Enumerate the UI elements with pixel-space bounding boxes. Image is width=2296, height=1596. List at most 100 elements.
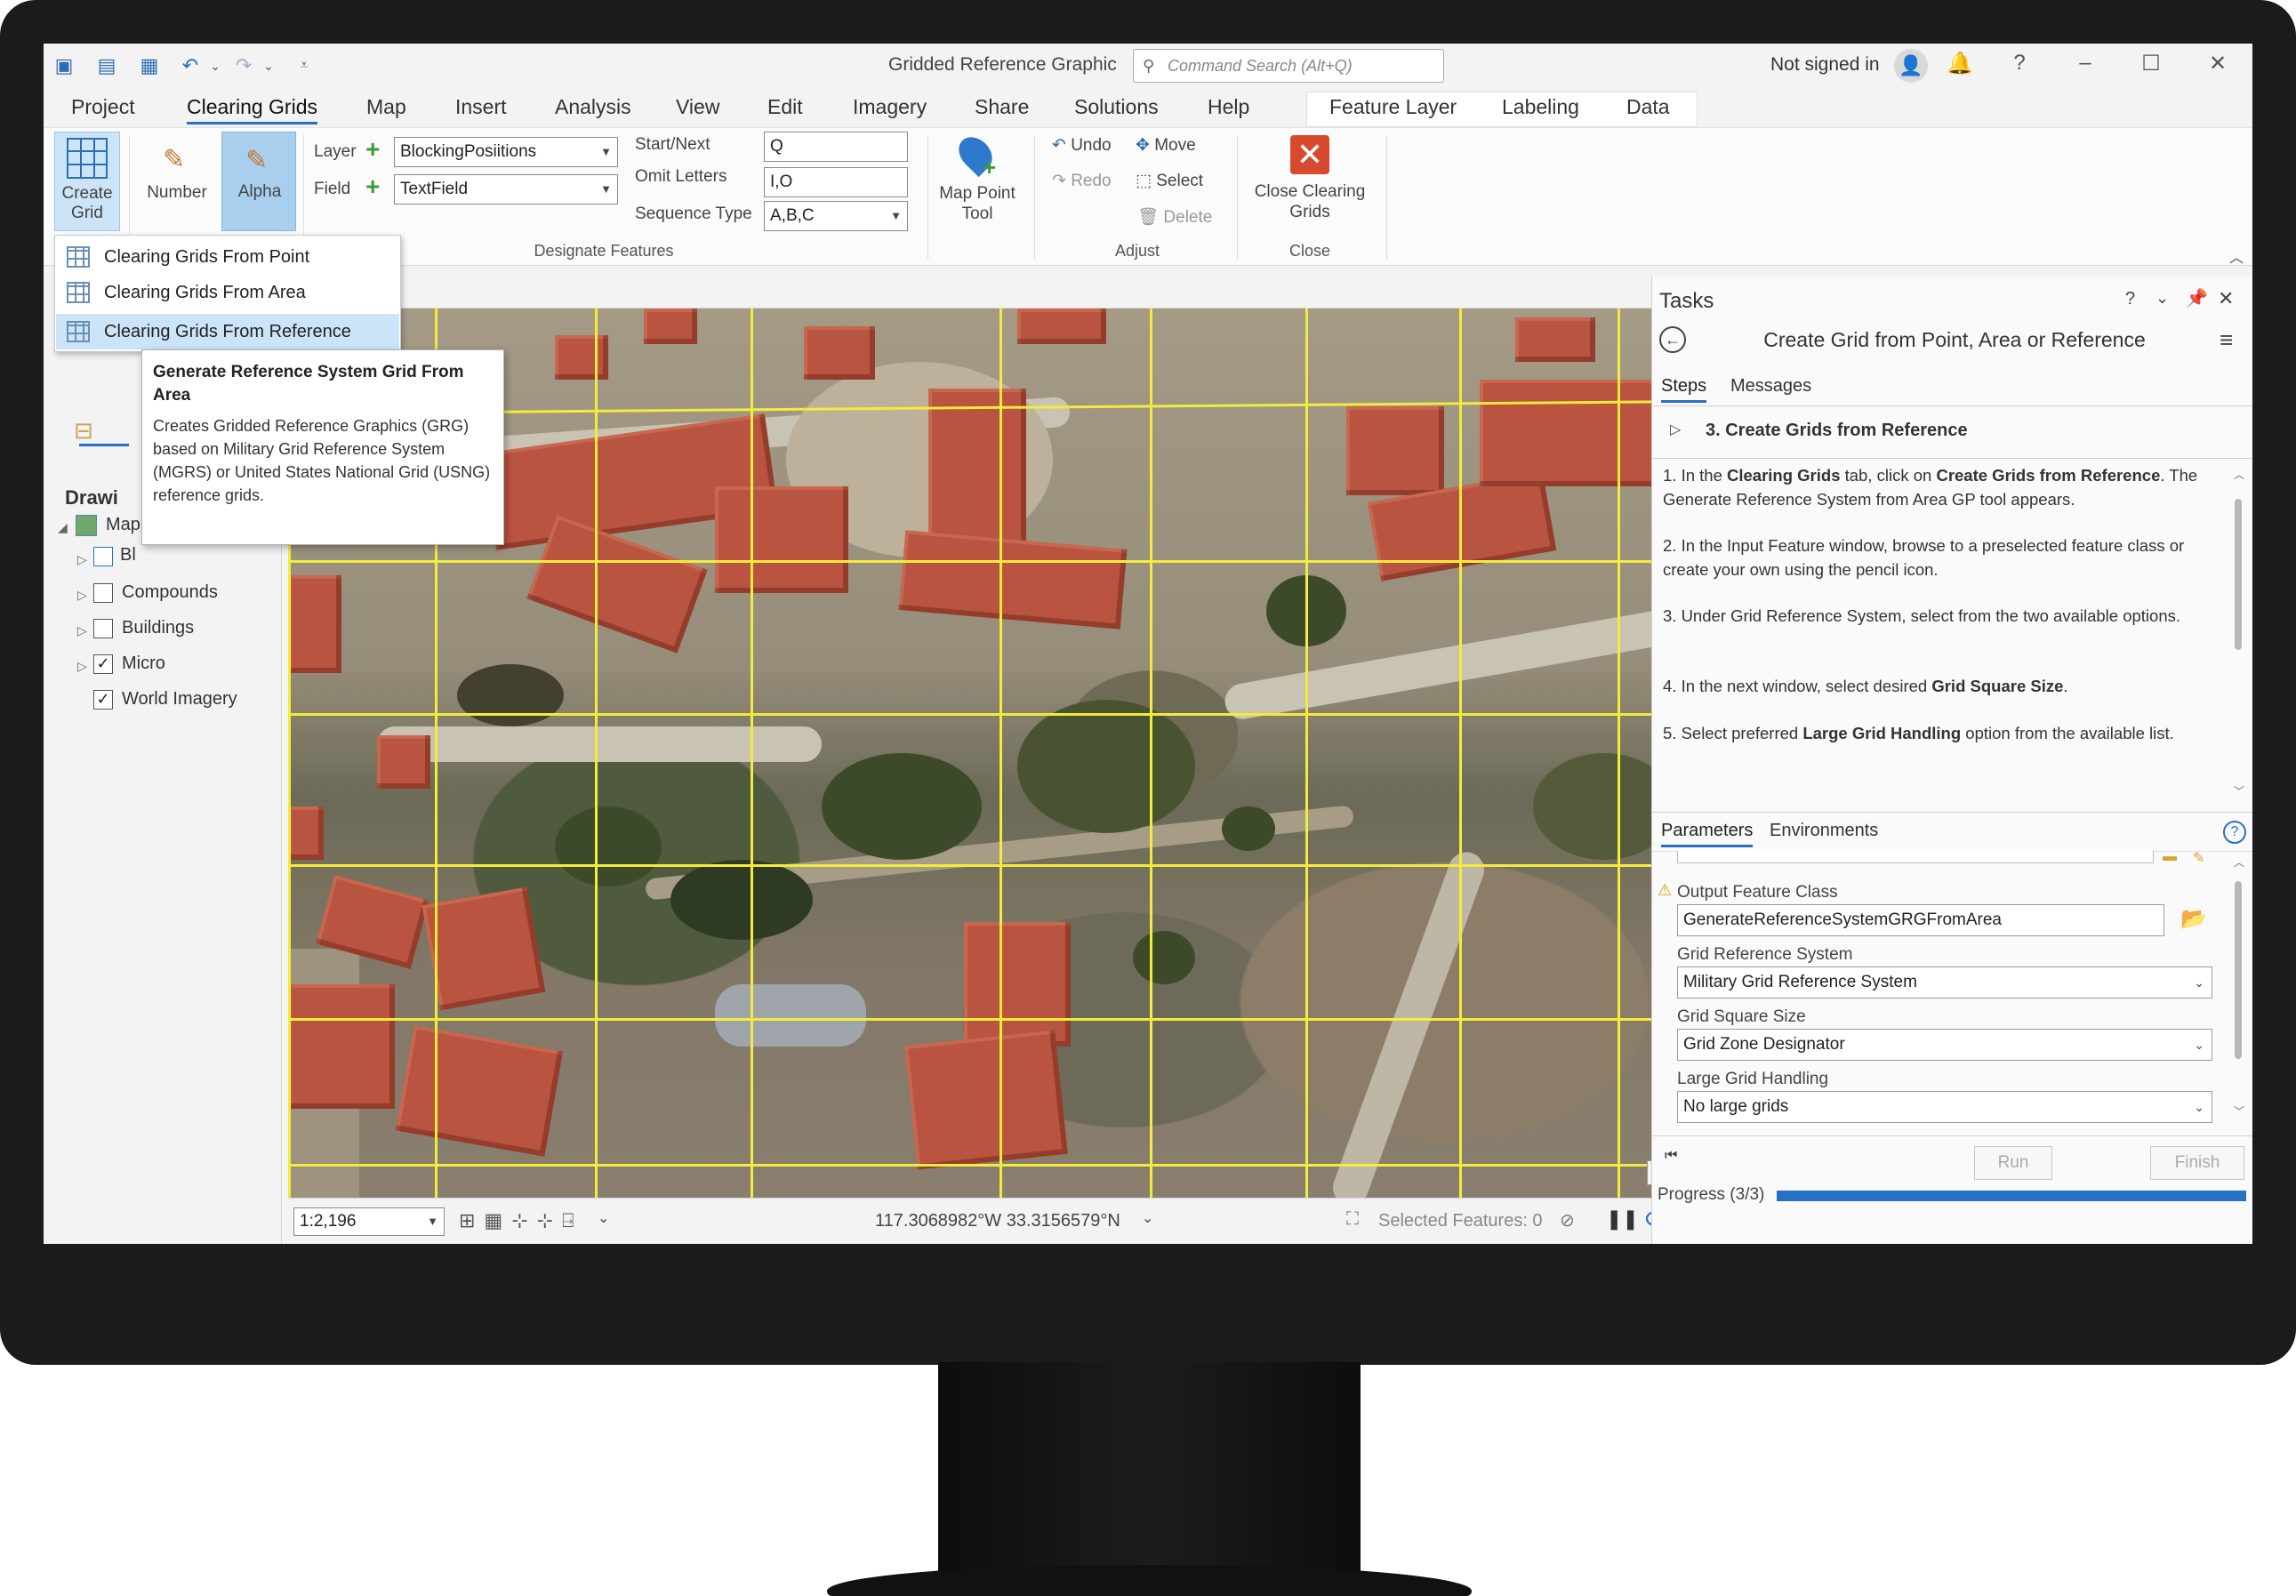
menu-item-clearing-grids-from-reference[interactable]: Clearing Grids From Reference bbox=[56, 314, 399, 349]
scroll-up-icon[interactable]: ︿ bbox=[2234, 854, 2244, 870]
chevron-down-icon[interactable]: ⌄ bbox=[1142, 1209, 1153, 1227]
layer-combo[interactable]: BlockingPosiitions ▼ bbox=[394, 137, 618, 167]
help-icon[interactable]: ? bbox=[2125, 289, 2135, 309]
add-layer-icon[interactable]: + bbox=[365, 137, 380, 162]
tab-environments[interactable]: Environments bbox=[1770, 821, 1878, 841]
open-project-icon[interactable]: ▤ bbox=[93, 52, 120, 79]
pane-options-chevron-icon[interactable]: ⌄ bbox=[2156, 289, 2169, 308]
selected-features-count[interactable]: Selected Features: 0 bbox=[1378, 1211, 1543, 1231]
collapse-ribbon-icon[interactable]: ︿ bbox=[2229, 245, 2244, 267]
select-button[interactable]: ⬚ Select bbox=[1136, 171, 1203, 191]
expand-triangle-icon[interactable]: ▷ bbox=[77, 552, 87, 567]
menu-item-clearing-grids-from-area[interactable]: Clearing Grids From Area bbox=[56, 275, 399, 310]
micro-checkbox[interactable]: ✓ bbox=[93, 654, 113, 674]
close-clearing-grids-button[interactable]: ✕ Close Clearing Grids bbox=[1246, 132, 1374, 231]
finish-button[interactable]: Finish bbox=[2150, 1146, 2244, 1180]
expand-triangle-icon[interactable]: ▷ bbox=[77, 659, 87, 674]
tab-solutions[interactable]: Solutions bbox=[1074, 95, 1159, 119]
tab-feature-layer[interactable]: Feature Layer bbox=[1329, 95, 1457, 119]
back-arrow-icon[interactable]: ← bbox=[1659, 326, 1686, 353]
start-next-input[interactable]: Q bbox=[764, 132, 908, 162]
run-button[interactable]: Run bbox=[1974, 1146, 2052, 1180]
tab-map[interactable]: Map bbox=[366, 95, 406, 119]
world-imagery-checkbox[interactable]: ✓ bbox=[93, 690, 113, 710]
tab-insert[interactable]: Insert bbox=[455, 95, 507, 119]
pencil-icon[interactable]: ✎ bbox=[2193, 849, 2204, 867]
step-expand-icon[interactable]: ▷ bbox=[1670, 421, 1681, 438]
pin-icon[interactable]: 📌 bbox=[2186, 287, 2208, 309]
new-project-icon[interactable]: ▣ bbox=[51, 52, 77, 79]
notifications-bell-icon[interactable]: 🔔 bbox=[1944, 51, 1976, 76]
input-features-field-cut[interactable] bbox=[1677, 851, 2154, 863]
command-search-input[interactable]: ⚲ Command Search (Alt+Q) bbox=[1133, 49, 1444, 83]
number-button[interactable]: ✎ Number bbox=[138, 139, 216, 228]
undo-dropdown-icon[interactable]: ⌄ bbox=[202, 52, 229, 79]
sign-in-status[interactable]: Not signed in bbox=[1770, 54, 1880, 76]
alpha-button[interactable]: ✎ Alpha bbox=[221, 132, 296, 231]
step-instruction-3: 3. Under Grid Reference System, select f… bbox=[1663, 606, 2180, 625]
avatar-icon[interactable]: 👤 bbox=[1894, 49, 1928, 83]
omit-letters-input[interactable]: I,O bbox=[764, 167, 908, 197]
scroll-down-icon[interactable]: ﹀ bbox=[2234, 1103, 2244, 1119]
task-menu-icon[interactable]: ≡ bbox=[2220, 326, 2233, 354]
undo-icon[interactable]: ↶ bbox=[177, 52, 204, 79]
pause-drawing-icon[interactable]: ❚❚ bbox=[1606, 1207, 1639, 1231]
tab-edit[interactable]: Edit bbox=[767, 95, 803, 119]
expand-triangle-icon[interactable]: ▷ bbox=[77, 588, 87, 603]
scroll-down-icon[interactable]: ﹀ bbox=[2234, 783, 2244, 798]
tab-clearing-grids[interactable]: Clearing Grids bbox=[187, 95, 317, 124]
output-feature-class-input[interactable]: GenerateReferenceSystemGRGFromArea bbox=[1677, 904, 2164, 936]
create-grid-button[interactable]: Create Grid bbox=[54, 132, 120, 231]
help-icon[interactable]: ? bbox=[2003, 51, 2035, 76]
map-expand-icon[interactable]: ◢ bbox=[58, 520, 68, 535]
browse-folder-icon[interactable]: 📂 bbox=[2180, 906, 2207, 932]
first-step-icon[interactable]: ⏮ bbox=[1665, 1148, 1677, 1164]
map-status-tools[interactable]: ⊞▦⊹⊹⍈ bbox=[459, 1209, 582, 1232]
delete-button[interactable]: 🗑 Delete bbox=[1137, 206, 1212, 228]
coordinate-readout[interactable]: 117.3068982°W 33.3156579°N bbox=[875, 1211, 1120, 1231]
folder-icon[interactable]: ▬ bbox=[2163, 849, 2177, 865]
buildings-checkbox[interactable] bbox=[93, 619, 113, 638]
close-pane-icon[interactable]: ✕ bbox=[2218, 287, 2234, 310]
compounds-checkbox[interactable] bbox=[93, 583, 113, 603]
field-combo[interactable]: TextField ▼ bbox=[394, 174, 618, 205]
tab-project[interactable]: Project bbox=[71, 95, 135, 119]
tab-share[interactable]: Share bbox=[975, 95, 1029, 119]
redo-button[interactable]: ↷ Redo bbox=[1052, 171, 1112, 191]
tab-view[interactable]: View bbox=[676, 95, 719, 119]
maximize-icon[interactable]: ☐ bbox=[2135, 51, 2167, 76]
customize-toolbar-icon[interactable]: ⩡ bbox=[291, 52, 317, 79]
tab-analysis[interactable]: Analysis bbox=[555, 95, 631, 119]
map-toggle-icon[interactable]: ⊘ bbox=[1560, 1209, 1575, 1231]
list-by-drawing-order-icon[interactable]: ⊟ bbox=[74, 417, 93, 445]
tab-parameters[interactable]: Parameters bbox=[1661, 821, 1754, 847]
redo-dropdown-icon[interactable]: ⌄ bbox=[255, 52, 282, 79]
large-grid-handling-select[interactable]: No large grids ⌄ bbox=[1677, 1091, 2212, 1123]
tab-imagery[interactable]: Imagery bbox=[853, 95, 927, 119]
move-button[interactable]: ✥ Move bbox=[1136, 135, 1196, 156]
parameters-scrollbar[interactable] bbox=[2235, 881, 2242, 1059]
tab-messages[interactable]: Messages bbox=[1730, 376, 1811, 397]
blocking-checkbox[interactable] bbox=[93, 547, 113, 566]
save-project-icon[interactable]: ▦ bbox=[136, 52, 163, 79]
undo-button[interactable]: ↶ Undo bbox=[1052, 135, 1112, 156]
grid-square-size-select[interactable]: Grid Zone Designator ⌄ bbox=[1677, 1029, 2212, 1061]
close-window-icon[interactable]: ✕ bbox=[2202, 51, 2234, 76]
redo-icon[interactable]: ↷ bbox=[230, 52, 257, 79]
expand-triangle-icon[interactable]: ▷ bbox=[77, 623, 87, 638]
tab-help[interactable]: Help bbox=[1208, 95, 1249, 119]
menu-item-clearing-grids-from-point[interactable]: Clearing Grids From Point bbox=[56, 239, 399, 275]
map-point-tool-button[interactable]: + Map Point Tool bbox=[936, 130, 1018, 231]
tab-data[interactable]: Data bbox=[1626, 95, 1670, 119]
add-field-icon[interactable]: + bbox=[365, 174, 380, 199]
tab-labeling[interactable]: Labeling bbox=[1502, 95, 1579, 119]
sequence-type-combo[interactable]: A,B,C ▼ bbox=[764, 201, 908, 231]
scale-combo[interactable]: 1:2,196 ▼ bbox=[293, 1207, 445, 1236]
steps-scrollbar[interactable] bbox=[2235, 499, 2242, 650]
tab-steps[interactable]: Steps bbox=[1661, 376, 1707, 403]
chevron-down-icon[interactable]: ⌄ bbox=[598, 1209, 609, 1227]
scroll-up-icon[interactable]: ︿ bbox=[2234, 467, 2244, 485]
grid-reference-system-select[interactable]: Military Grid Reference System ⌄ bbox=[1677, 966, 2212, 999]
help-circle-icon[interactable]: ? bbox=[2223, 821, 2246, 844]
minimize-icon[interactable]: – bbox=[2069, 51, 2101, 76]
